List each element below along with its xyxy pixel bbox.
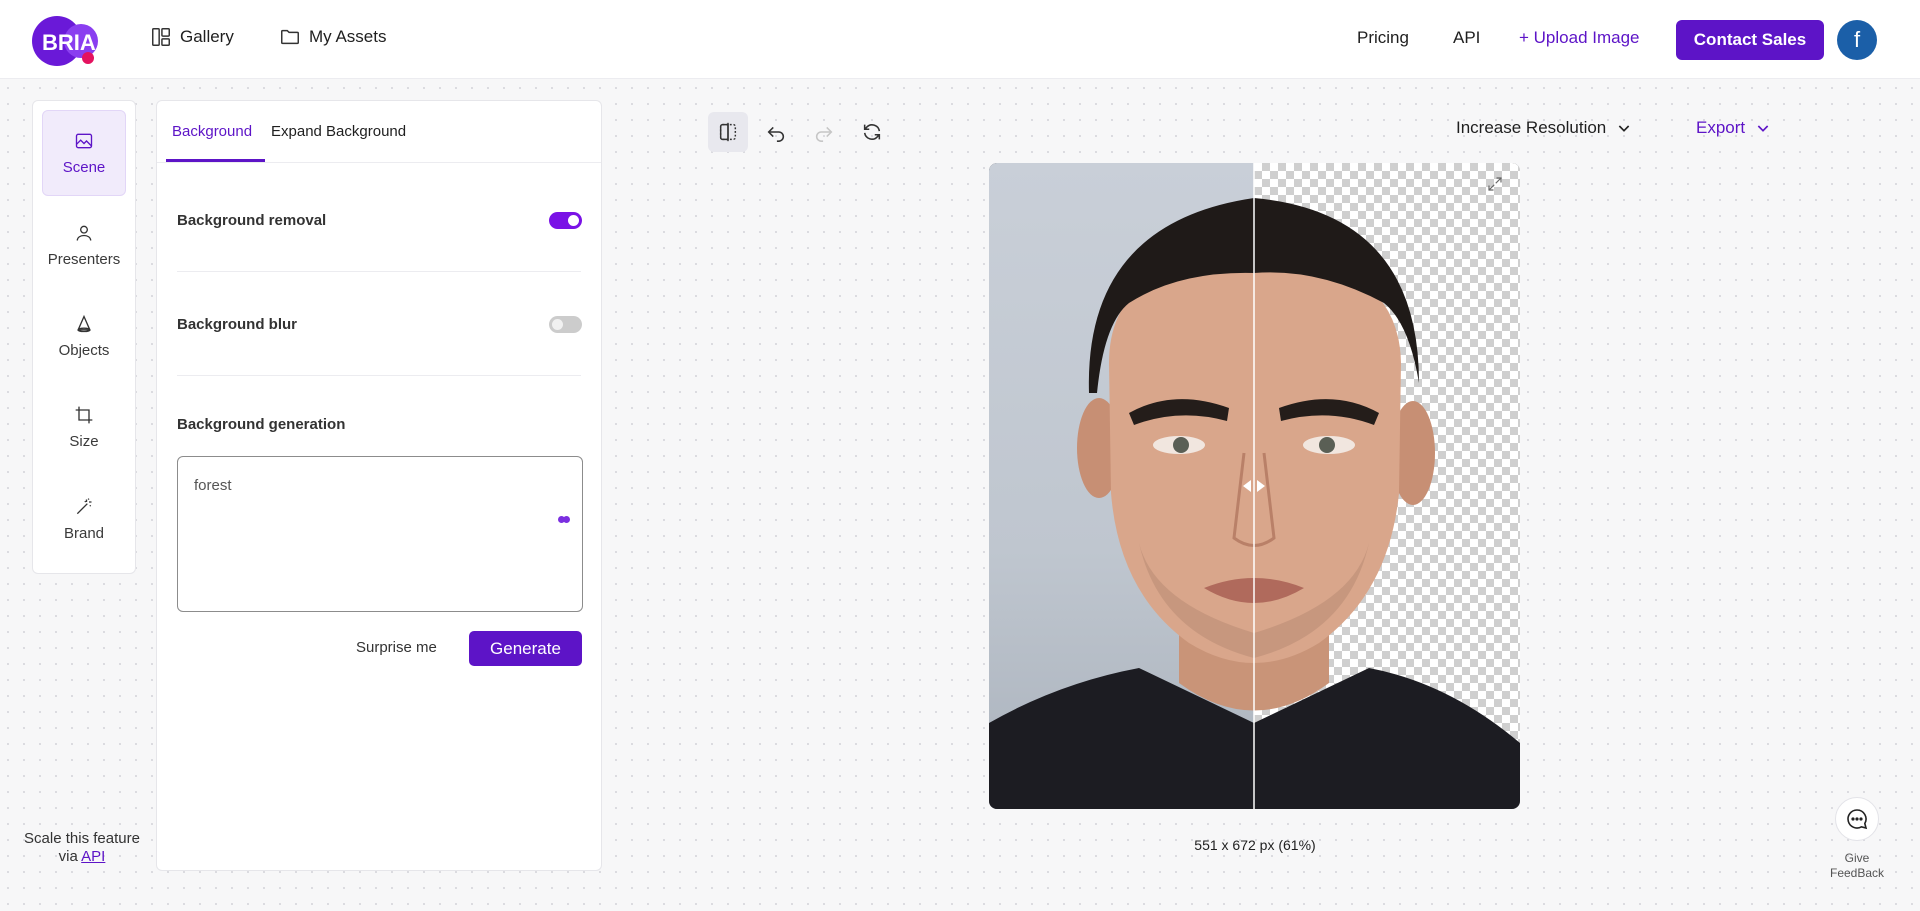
refresh-icon [863, 124, 881, 140]
folder-icon [281, 29, 299, 45]
crop-icon [75, 406, 93, 423]
surprise-me-button[interactable]: Surprise me [356, 639, 437, 656]
scale-note-text: Scale this feature [24, 830, 140, 847]
avatar[interactable]: f [1837, 20, 1877, 60]
redo-button[interactable] [804, 112, 844, 152]
rail-item-objects[interactable]: Objects [42, 293, 126, 379]
expand-icon[interactable] [1486, 175, 1504, 193]
compare-toggle-button[interactable] [708, 112, 748, 152]
reset-button[interactable] [852, 112, 892, 152]
bg-generation-label: Background generation [177, 416, 346, 433]
pricing-link[interactable]: Pricing [1357, 28, 1409, 48]
chevron-down-icon [1757, 125, 1769, 132]
magic-wand-icon [76, 497, 92, 514]
rail-item-label: Size [69, 432, 99, 450]
feedback-button[interactable] [1835, 797, 1879, 841]
top-header: BRIA Gallery My Assets Pricing API + Upl… [0, 0, 1920, 79]
nav-my-assets-label: My Assets [309, 27, 387, 46]
bg-removal-label: Background removal [177, 212, 327, 229]
bg-blur-label: Background blur [177, 316, 298, 333]
scale-note-via: via [58, 848, 78, 865]
rail-item-label: Presenters [47, 250, 121, 268]
chevron-down-icon [1619, 125, 1630, 132]
compare-icon [719, 122, 737, 142]
active-tab-indicator [166, 159, 265, 162]
gallery-icon [152, 28, 170, 46]
feedback-label-line1: Give [1844, 851, 1870, 865]
nav-gallery[interactable]: Gallery [150, 26, 234, 48]
left-rail: Scene Presenters Objects Size Brand [32, 100, 136, 574]
rail-item-label: Scene [62, 158, 106, 176]
canvas-image[interactable] [989, 163, 1520, 809]
upload-image-link[interactable]: + Upload Image [1519, 28, 1640, 48]
rail-item-size[interactable]: Size [42, 384, 126, 470]
scale-feature-note: Scale this feature via API [12, 830, 152, 866]
undo-icon [767, 126, 785, 142]
increase-resolution-menu[interactable]: Increase Resolution [1456, 118, 1632, 138]
grammarly-dots-icon[interactable] [558, 516, 570, 523]
increase-resolution-label: Increase Resolution [1456, 118, 1607, 137]
rail-item-brand[interactable]: Brand [42, 476, 126, 562]
redo-icon [815, 126, 833, 142]
bria-logo[interactable]: BRIA [32, 16, 108, 66]
contact-sales-button[interactable]: Contact Sales [1676, 20, 1824, 60]
api-link[interactable]: API [1453, 28, 1480, 48]
person-icon [76, 225, 92, 241]
generate-button[interactable]: Generate [469, 631, 582, 666]
bg-removal-toggle[interactable] [549, 212, 582, 229]
divider [177, 271, 581, 272]
divider [177, 375, 581, 376]
feedback-label-line2: FeedBack [1829, 866, 1885, 880]
rail-item-presenters[interactable]: Presenters [42, 202, 126, 288]
export-label: Export [1696, 118, 1746, 137]
rail-item-label: Objects [58, 341, 110, 359]
bg-prompt-input[interactable]: forest [177, 456, 583, 612]
api-link-footer[interactable]: API [81, 848, 105, 865]
panel-tabs: Background Expand Background [157, 101, 601, 163]
nav-gallery-label: Gallery [180, 27, 234, 46]
image-dimensions: 551 x 672 px (61%) [1194, 837, 1316, 853]
image-icon [75, 133, 93, 148]
feedback-label: Give FeedBack [1820, 851, 1894, 881]
tab-expand-background[interactable]: Expand Background [271, 123, 406, 140]
prompt-value: forest [194, 477, 232, 494]
bg-blur-toggle[interactable] [549, 316, 582, 333]
export-menu[interactable]: Export [1696, 118, 1771, 138]
rail-item-label: Brand [63, 524, 105, 542]
tab-background[interactable]: Background [172, 123, 252, 140]
background-panel: Background Expand Background Background … [156, 100, 602, 871]
undo-button[interactable] [756, 112, 796, 152]
compare-handle-icon[interactable] [1239, 478, 1269, 494]
rail-item-scene[interactable]: Scene [42, 110, 126, 196]
cone-icon [77, 314, 91, 332]
chat-bubble-icon [1847, 809, 1868, 830]
nav-my-assets[interactable]: My Assets [279, 26, 386, 48]
